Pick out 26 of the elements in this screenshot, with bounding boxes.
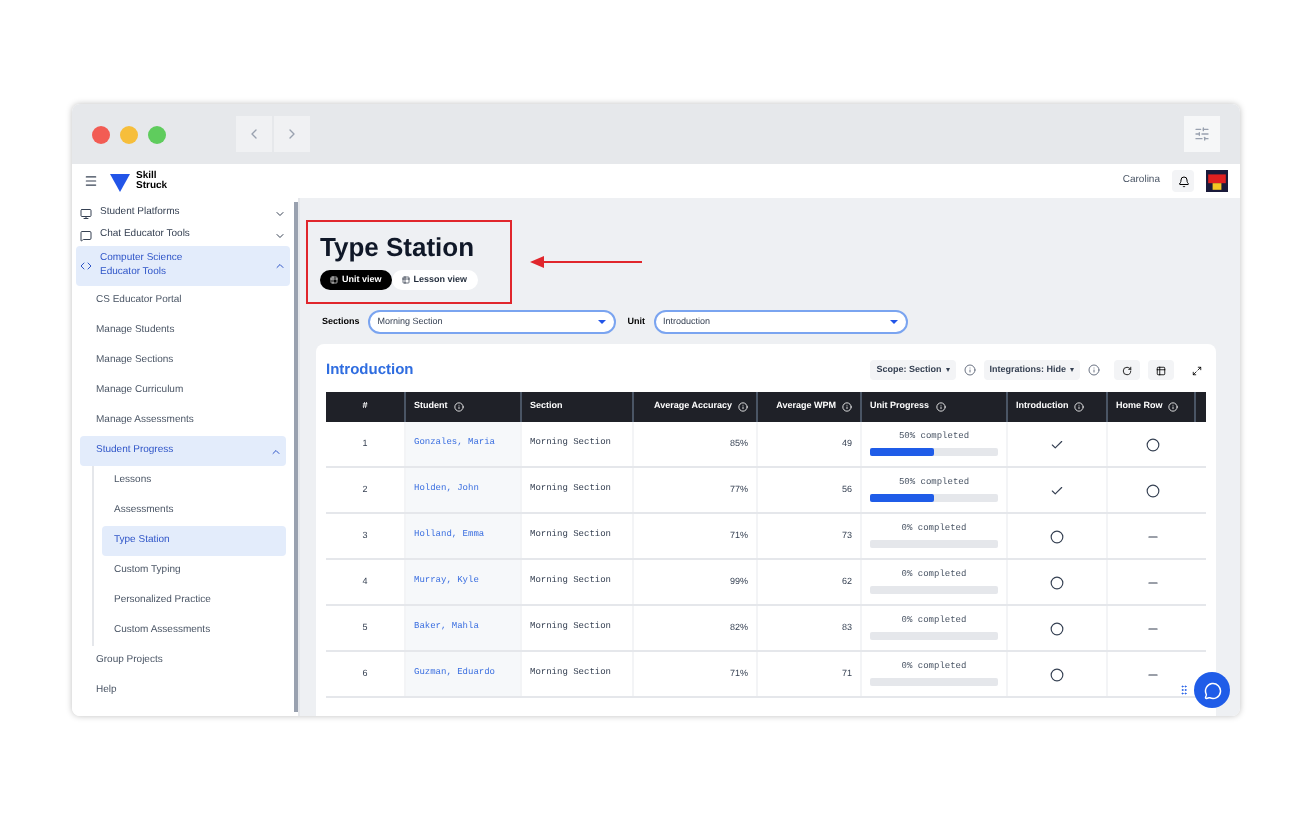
refresh-button[interactable] — [1114, 360, 1140, 380]
table-icon — [401, 276, 410, 284]
arrow-drawing — [530, 256, 642, 268]
table-icon — [1156, 365, 1166, 375]
menu-icon[interactable] — [84, 174, 98, 188]
table-button[interactable] — [1148, 360, 1174, 380]
chat-icon — [80, 229, 92, 241]
expand-icon — [1191, 365, 1201, 375]
chevron-right-icon — [284, 126, 300, 142]
notifications-button[interactable] — [1172, 170, 1194, 192]
avatar-icon[interactable] — [1206, 170, 1228, 192]
chevron-up-icon — [274, 260, 286, 272]
chevron-up-icon — [270, 445, 282, 457]
table-icon — [330, 276, 338, 284]
refresh-icon — [1122, 365, 1132, 375]
info-icon — [963, 364, 976, 376]
code-icon — [80, 260, 92, 272]
chat-icon — [1203, 681, 1221, 699]
logo-icon — [110, 171, 130, 191]
page-title: Type Station — [320, 234, 477, 262]
sliders-icon — [1194, 126, 1210, 142]
monitor-icon — [80, 207, 92, 219]
chevron-left-icon — [246, 126, 262, 142]
bell-icon — [1177, 175, 1189, 187]
scrollbar[interactable] — [294, 202, 298, 712]
info-icon — [1088, 364, 1100, 376]
